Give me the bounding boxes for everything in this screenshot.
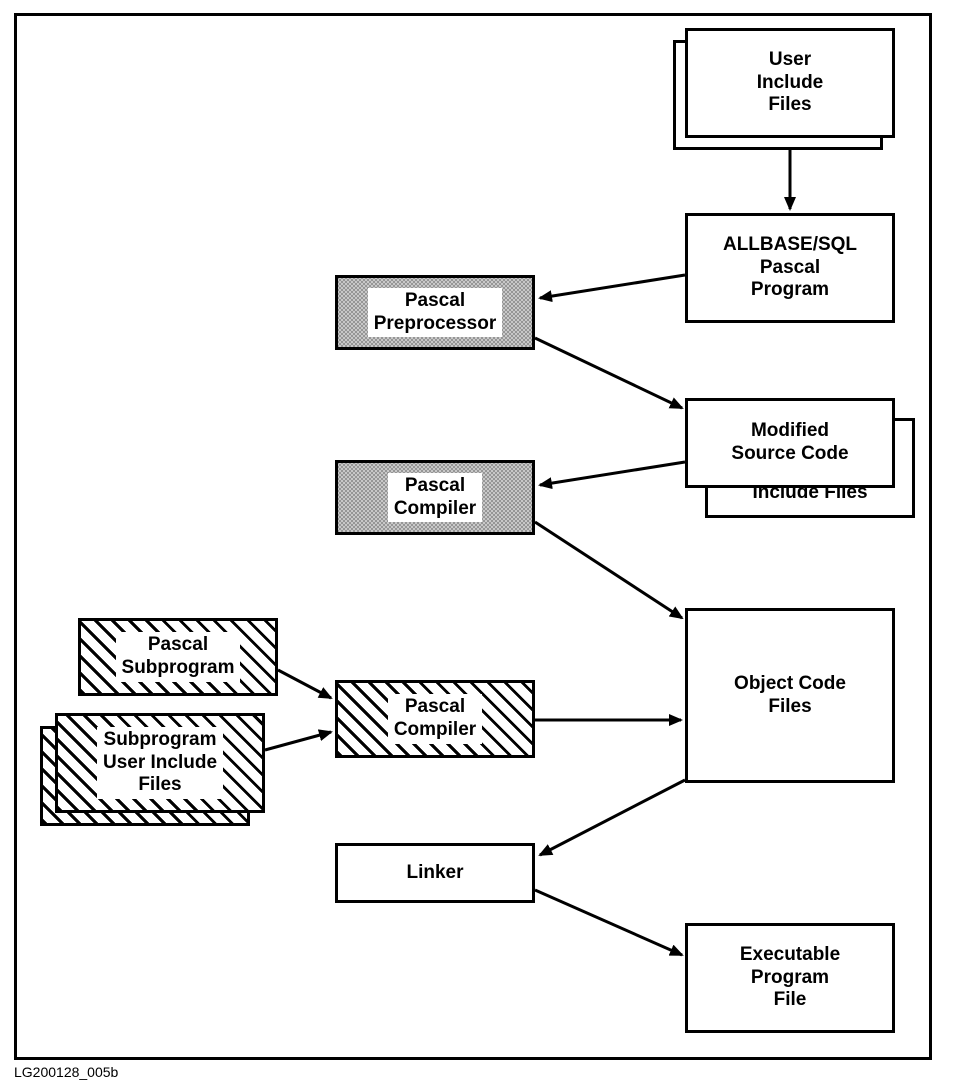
pascal-compiler-bottom: Pascal Compiler (335, 680, 535, 758)
executable-program-file: Executable Program File (685, 923, 895, 1033)
diagram-canvas: User Include Files ALLBASE/SQL Pascal Pr… (0, 0, 959, 1089)
pascal-preprocessor-label: Pascal Preprocessor (368, 288, 503, 338)
allbase-sql-pascal-program: ALLBASE/SQL Pascal Program (685, 213, 895, 323)
object-code-files: Object Code Files (685, 608, 895, 783)
pascal-compiler-top: Pascal Compiler (335, 460, 535, 535)
subprogram-user-include-files-label: Subprogram User Include Files (97, 727, 223, 799)
linker: Linker (335, 843, 535, 903)
pascal-compiler-top-label: Pascal Compiler (388, 473, 482, 523)
user-include-files: User Include Files (685, 28, 895, 138)
pascal-preprocessor: Pascal Preprocessor (335, 275, 535, 350)
modified-source-code: Modified Source Code (685, 398, 895, 488)
pascal-compiler-bottom-label: Pascal Compiler (388, 694, 482, 744)
subprogram-user-include-files: Subprogram User Include Files (55, 713, 265, 813)
figure-id: LG200128_005b (14, 1064, 118, 1080)
pascal-subprogram: Pascal Subprogram (78, 618, 278, 696)
pascal-subprogram-label: Pascal Subprogram (116, 632, 241, 682)
